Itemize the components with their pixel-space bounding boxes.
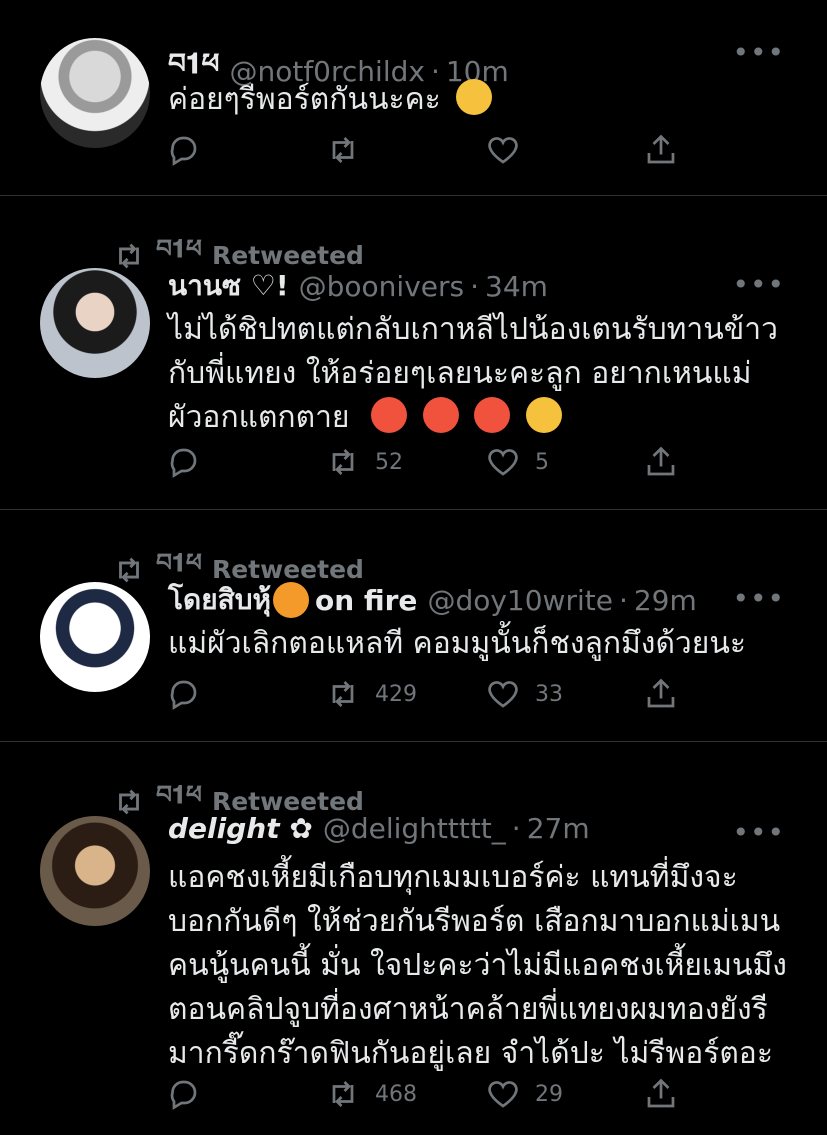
action-bar <box>165 132 685 172</box>
tweet-text-line: มากรี๊ดกร๊าดฟินกันอยู่เลย จำได้ปะ ไม่รีพ… <box>168 1036 773 1071</box>
retweet-button[interactable]: 429 <box>325 676 417 712</box>
display-name[interactable]: delight ✿ <box>168 812 313 845</box>
tweet-1[interactable]: བ𝟏ཕ @notf0rchildx · 10m ••• ค่อยๆรีพอร์ต… <box>0 0 827 196</box>
kissing-face-emoji <box>456 79 493 115</box>
tweet-text-line: แอคชงเหี้ยมีเกือบทุกเมมเบอร์ค่ะ แทนที่มึ… <box>168 860 738 895</box>
tweet-text-line-content: ผัวอกแตกตาย <box>168 400 350 435</box>
retweet-count: 52 <box>375 449 403 475</box>
more-options-icon[interactable]: ••• <box>732 582 785 615</box>
display-name[interactable]: โดยสิบหุ้ <box>168 578 271 622</box>
retweet-button[interactable]: 468 <box>325 1076 417 1112</box>
heart-icon <box>488 137 518 164</box>
retweet-icon <box>332 681 354 707</box>
share-button[interactable] <box>643 676 679 712</box>
reply-icon <box>170 448 197 478</box>
action-bar: 429 33 <box>165 676 685 716</box>
tweet-2[interactable]: བ𝟏ཕ Retweeted นานซ ♡! @boonivers · 34m •… <box>0 196 827 510</box>
avatar[interactable] <box>40 38 150 148</box>
hot-face-emoji <box>422 397 459 433</box>
retweet-icon <box>332 449 354 475</box>
avatar[interactable] <box>40 816 150 926</box>
display-name[interactable]: นานซ ♡! <box>168 264 289 308</box>
retweet-icon <box>332 137 354 163</box>
tweet-text-line: กับพี่แทยง ให้อร่อยๆเลยนะคะลูก อยากเหนแม… <box>168 356 752 391</box>
more-options-icon[interactable]: ••• <box>732 268 785 301</box>
retweet-button[interactable] <box>325 132 361 168</box>
retweet-icon <box>119 557 139 582</box>
like-count: 29 <box>535 1081 563 1107</box>
tweet-text-line: ตอนคลิปจูบที่องศาหน้าคล้ายพี่แทยงผมทองยั… <box>168 992 768 1027</box>
retweet-count: 429 <box>375 681 417 707</box>
share-icon <box>647 678 675 708</box>
heart-icon <box>488 1081 518 1108</box>
display-name-suffix[interactable]: on fire <box>315 584 417 617</box>
reply-icon <box>170 680 197 710</box>
retweet-button[interactable]: 52 <box>325 444 403 480</box>
avatar[interactable] <box>40 582 150 692</box>
tweet-3[interactable]: བ𝟏ཕ Retweeted โดยสิบหุ้ on fire @doy10wr… <box>0 510 827 742</box>
share-button[interactable] <box>643 444 679 480</box>
action-bar: 52 5 <box>165 444 685 484</box>
more-options-icon[interactable]: ••• <box>732 36 785 69</box>
hot-face-emoji <box>371 397 408 433</box>
share-button[interactable] <box>643 1076 679 1112</box>
share-button[interactable] <box>643 132 679 168</box>
heart-icon <box>488 449 518 476</box>
like-count: 33 <box>535 681 563 707</box>
handle[interactable]: @delighttttt_ <box>323 812 506 845</box>
retweet-icon <box>119 243 139 268</box>
reply-icon <box>170 136 197 166</box>
angry-face-emoji <box>525 397 562 433</box>
heart-icon <box>488 681 518 708</box>
tweet-4[interactable]: བ𝟏ཕ Retweeted delight ✿ @delighttttt_ · … <box>0 742 827 1135</box>
like-button[interactable]: 29 <box>485 1076 563 1112</box>
tweet-text: ไม่ได้ชิปทตแต่กลับเกาหลีไปน้องเตนรับทานข… <box>168 308 797 440</box>
tweet-text: แม่ผัวเลิกตอแหลที คอมมูนั้นก็ชงลูกมึงด้ว… <box>168 626 746 661</box>
timestamp[interactable]: 27m <box>527 812 590 845</box>
reply-button[interactable] <box>165 132 201 168</box>
share-icon <box>647 1078 675 1108</box>
timestamp[interactable]: 29m <box>634 584 697 617</box>
handle[interactable]: @doy10write <box>427 584 613 617</box>
action-bar: 468 29 <box>165 1076 685 1116</box>
handle[interactable]: @boonivers <box>299 270 464 303</box>
reply-icon <box>170 1080 197 1110</box>
like-button[interactable]: 33 <box>485 676 563 712</box>
reply-button[interactable] <box>165 676 201 712</box>
tweet-text-content: ค่อยๆรีพอร์ตกันนะคะ <box>168 82 441 117</box>
more-options-icon[interactable]: ••• <box>732 816 785 849</box>
tweet-text: ค่อยๆรีพอร์ตกันนะคะ <box>168 78 797 122</box>
retweet-icon <box>332 1081 354 1107</box>
retweet-count: 468 <box>375 1081 417 1107</box>
like-count: 5 <box>535 449 549 475</box>
share-icon <box>647 446 675 476</box>
avatar[interactable] <box>40 268 150 378</box>
like-button[interactable] <box>485 132 521 168</box>
tweet-text-line: ไม่ได้ชิปทตแต่กลับเกาหลีไปน้องเตนรับทานข… <box>168 312 778 347</box>
tweet-text-line: คนนู้นคนนี้ มั่น ใจปะคะว่าไม่มีแอคชงเหี้… <box>168 948 787 983</box>
reply-button[interactable] <box>165 1076 201 1112</box>
dot-separator: · <box>618 583 628 617</box>
hot-face-emoji <box>474 397 511 433</box>
tweet-text-line: บอกกันดีๆ ให้ช่วยกันรีพอร์ต เสือกมาบอกแม… <box>168 904 781 939</box>
share-icon <box>647 134 675 164</box>
like-button[interactable]: 5 <box>485 444 549 480</box>
dot-separator: · <box>511 812 521 845</box>
tweet-text-line: ผัวอกแตกตาย <box>168 396 797 440</box>
dot-separator: · <box>470 269 480 303</box>
timestamp[interactable]: 34m <box>485 270 548 303</box>
tweet-text: แอคชงเหี้ยมีเกือบทุกเมมเบอร์ค่ะ แทนที่มึ… <box>168 856 797 1076</box>
retweet-icon <box>119 789 139 814</box>
reply-button[interactable] <box>165 444 201 480</box>
tangerine-emoji <box>272 582 309 618</box>
